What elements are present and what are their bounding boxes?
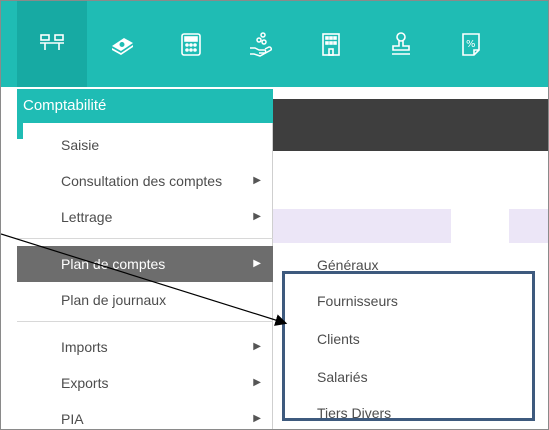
chevron-right-icon: ▶ (253, 175, 261, 186)
menu-item-imports[interactable]: Imports ▶ (17, 329, 273, 365)
menu-item-consultation[interactable]: Consultation des comptes ▶ (17, 163, 273, 199)
menu-header: Comptabilité (17, 89, 273, 123)
chevron-right-icon: ▶ (253, 413, 261, 424)
menu-item-label: PIA (61, 411, 84, 427)
table-header-cell (273, 209, 451, 243)
app-window: % Comptabilité Saisie Consultation des c… (0, 0, 549, 430)
menu-item-pia[interactable]: PIA ▶ (17, 401, 273, 429)
table-header-cell (509, 209, 548, 243)
calculator-icon[interactable] (156, 1, 226, 87)
percent-document-icon[interactable]: % (436, 1, 506, 87)
menu-item-label: Plan de journaux (61, 292, 167, 308)
menu-item-exports[interactable]: Exports ▶ (17, 365, 273, 401)
menu-divider (17, 238, 273, 239)
comptabilite-menu: Comptabilité Saisie Consultation des com… (17, 89, 273, 429)
chevron-right-icon: ▶ (253, 341, 261, 352)
building-icon[interactable] (296, 1, 366, 87)
money-icon[interactable] (87, 1, 157, 87)
hand-coins-icon[interactable] (226, 1, 296, 87)
menu-item-plan-de-journaux[interactable]: Plan de journaux (17, 282, 273, 318)
chevron-right-icon: ▶ (253, 258, 261, 269)
chevron-right-icon: ▶ (253, 211, 261, 222)
menu-item-label: Lettrage (61, 209, 113, 225)
menu-item-saisie[interactable]: Saisie (17, 127, 273, 163)
chevron-right-icon: ▶ (253, 377, 261, 388)
menu-item-label: Consultation des comptes (61, 173, 223, 189)
menu-item-label: Exports (61, 375, 109, 391)
page-header-band (273, 99, 548, 151)
stamp-icon[interactable] (366, 1, 436, 87)
menu-item-plan-de-comptes[interactable]: Plan de comptes ▶ (17, 246, 273, 282)
top-toolbar: % (1, 1, 548, 87)
accounting-icon[interactable] (17, 1, 87, 87)
menu-item-label: Imports (61, 339, 108, 355)
svg-text:%: % (466, 39, 476, 50)
menu-divider (17, 321, 273, 322)
menu-item-lettrage[interactable]: Lettrage ▶ (17, 199, 273, 235)
menu-item-label: Saisie (61, 137, 100, 153)
menu-item-label: Plan de comptes (61, 256, 166, 272)
annotation-highlight-box (282, 271, 535, 421)
